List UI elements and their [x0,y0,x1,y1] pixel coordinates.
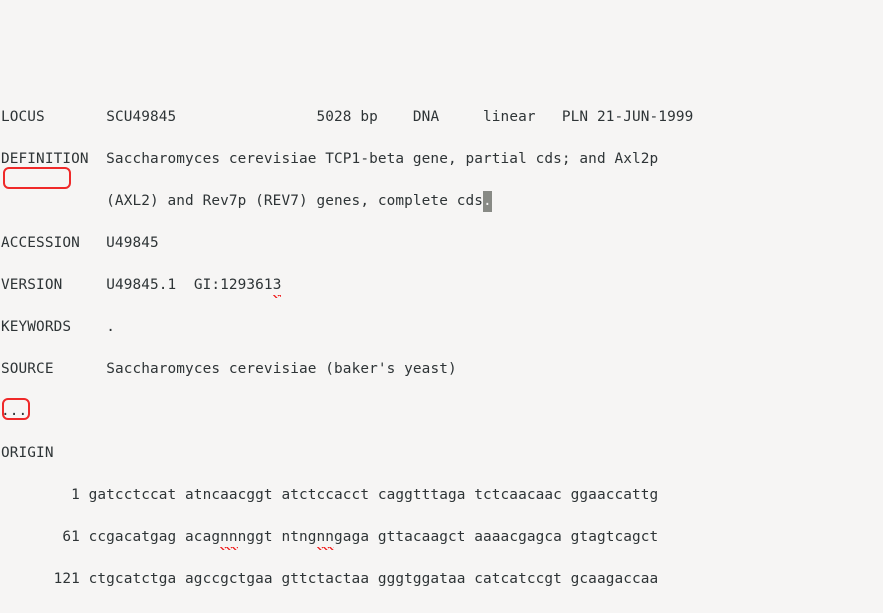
definition-value-2: (AXL2) and Rev7p (REV7) genes, complete … [106,193,483,209]
spell-error: nn [220,527,238,548]
origin-label-1: ORIGIN [1,443,883,464]
accession-value: U49845 [106,235,159,251]
spell-error: 3 [273,275,282,296]
definition-value-1: Saccharomyces cerevisiae TCP1-beta gene,… [106,151,658,167]
keywords-line: KEYWORDS . [1,317,883,338]
source-label: SOURCE [1,361,54,377]
seq-row: 121 ctgcatctga agccgctgaa gttctactaa ggg… [1,569,883,590]
annotation-origin-box [3,167,71,189]
version-line: VERSION U49845.1 GI:1293613 [1,275,883,296]
seq-row: 61 ccgacatgag acagnnnggt ntngnngaga gtta… [1,527,883,548]
spell-error: nn [317,527,335,548]
version-value: U49845.1 GI:129361 [106,277,273,293]
ellipsis: ... [1,401,883,422]
accession-label: ACCESSION [1,235,80,251]
text-cursor[interactable]: . [483,191,492,212]
definition-line1: DEFINITION Saccharomyces cerevisiae TCP1… [1,149,883,170]
source-value: Saccharomyces cerevisiae (baker's yeast) [106,361,457,377]
locus-line: LOCUS SCU49845 5028 bp DNA linear PLN 21… [1,107,883,128]
keywords-label: KEYWORDS [1,319,71,335]
accession-line: ACCESSION U49845 [1,233,883,254]
seq-row: 181 gaaccgccaa tagacaacat atgtaacata ttt… [1,611,883,613]
definition-label: DEFINITION [1,151,89,167]
keywords-value: . [106,319,115,335]
seq-row: 1 gatcctccat atncaacggt atctccacct caggt… [1,485,883,506]
source-line: SOURCE Saccharomyces cerevisiae (baker's… [1,359,883,380]
version-label: VERSION [1,277,62,293]
definition-line2: (AXL2) and Rev7p (REV7) genes, complete … [1,191,883,212]
locus-value: SCU49845 5028 bp DNA linear PLN 21-JUN-1… [106,109,693,125]
locus-label: LOCUS [1,109,45,125]
